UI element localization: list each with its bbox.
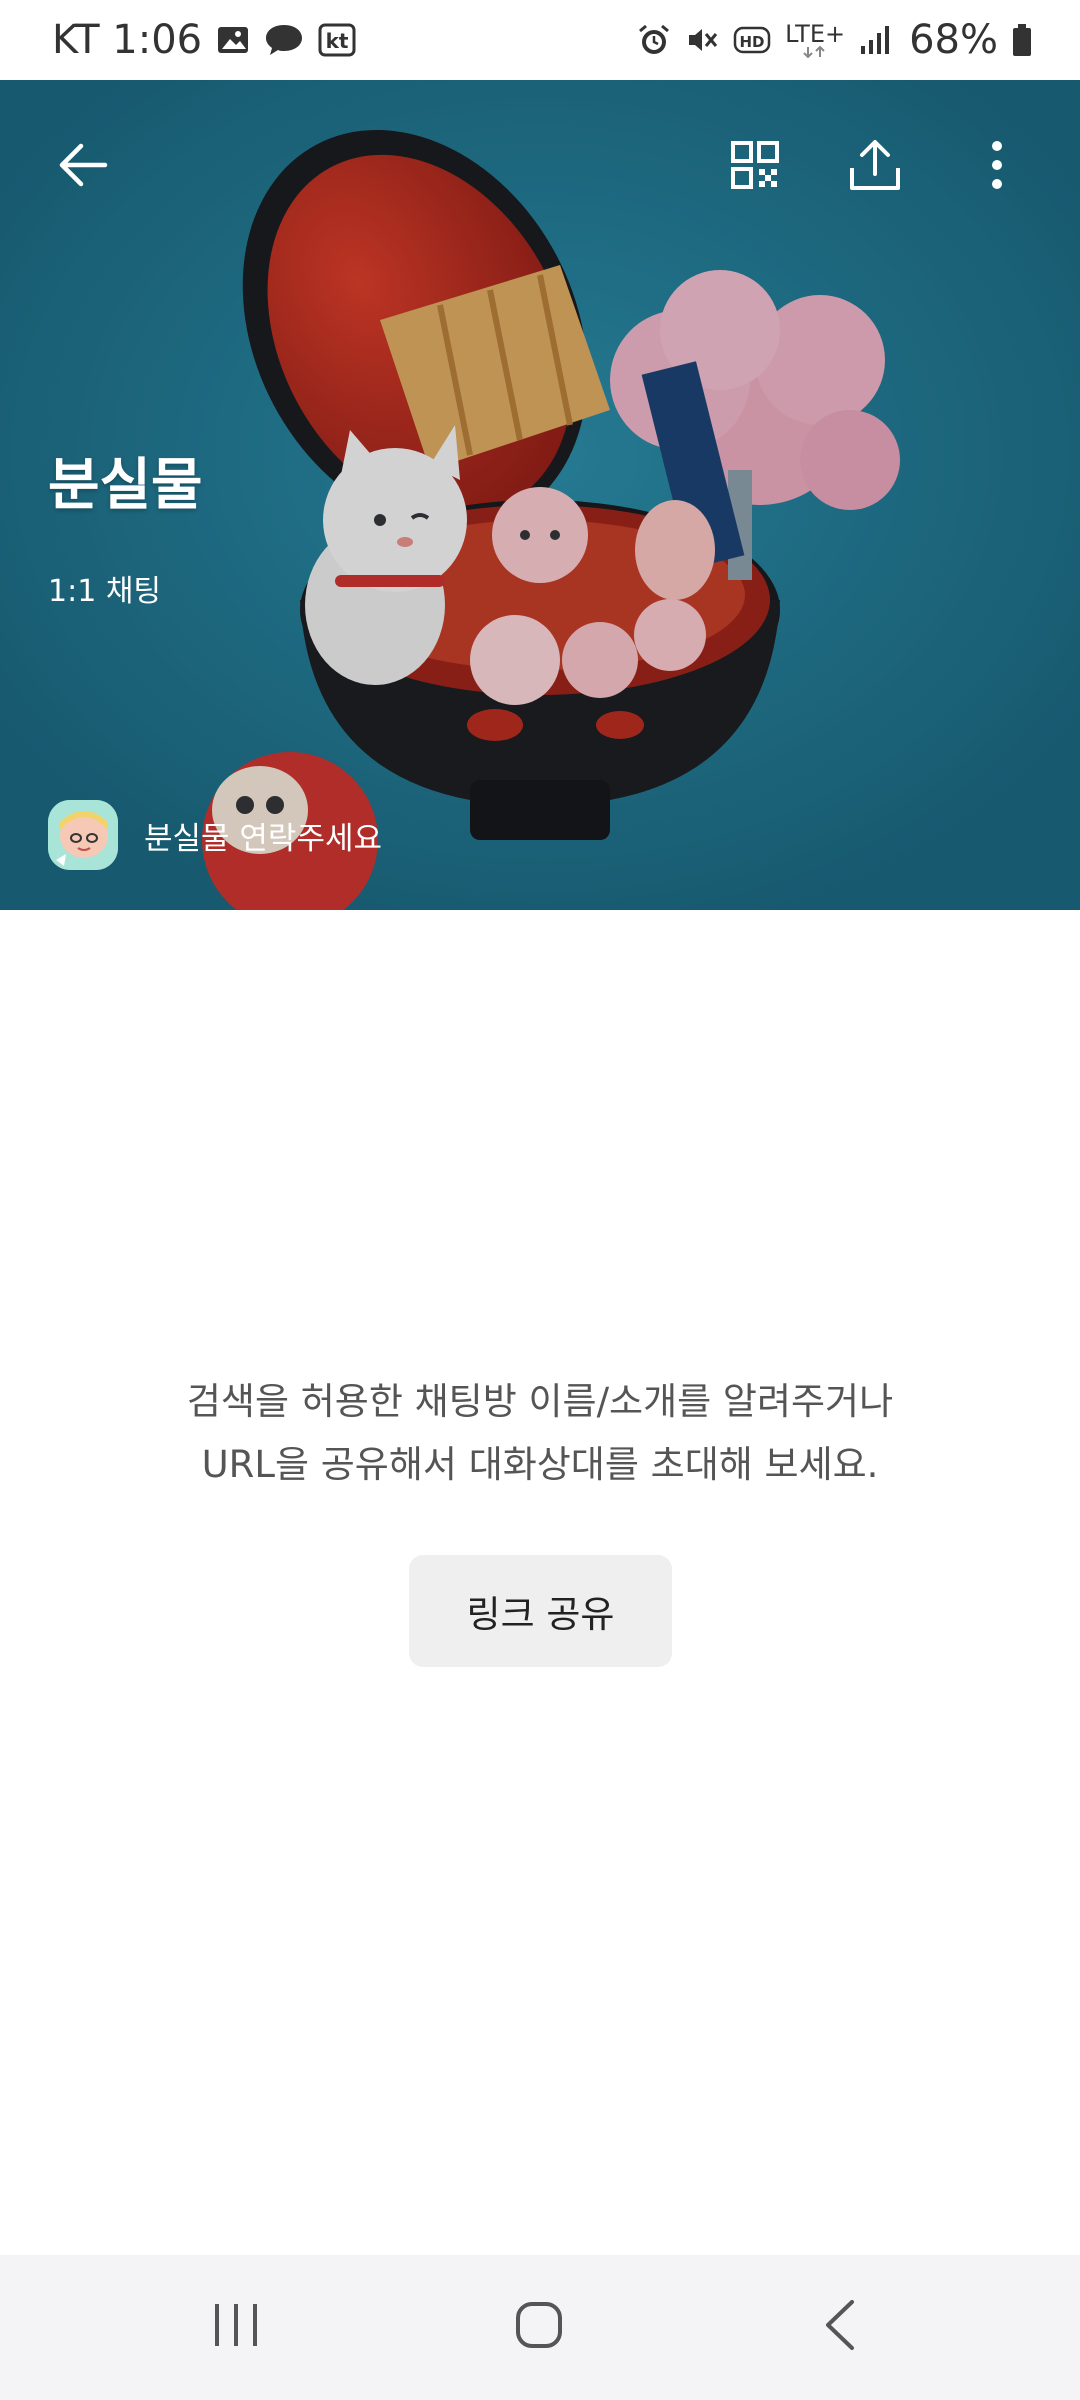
gallery-notification-icon bbox=[216, 23, 250, 57]
invite-description: 검색을 허용한 채팅방 이름/소개를 알려주거나 URL을 공유해서 대화상대를… bbox=[90, 1370, 990, 1496]
owner-name: 분실물 연락주세요 bbox=[144, 820, 383, 857]
signal-icon bbox=[859, 24, 891, 56]
home-icon bbox=[516, 2302, 562, 2348]
network-type: LTE+ bbox=[785, 20, 846, 48]
system-back-button[interactable] bbox=[780, 2280, 900, 2370]
chat-room-title: 분실물 bbox=[48, 453, 203, 518]
chat-room-header: 분실물 1:1 채팅 분실물 연락주세요 bbox=[0, 80, 1080, 910]
qr-code-icon bbox=[731, 141, 779, 189]
more-vertical-icon bbox=[992, 141, 1002, 189]
svg-text:kt: kt bbox=[326, 29, 349, 53]
qr-code-button[interactable] bbox=[710, 120, 800, 210]
share-upload-icon bbox=[850, 140, 900, 190]
status-left: KT 1:06 kt bbox=[52, 17, 356, 63]
status-bar: KT 1:06 kt HD LTE+ 68% bbox=[0, 0, 1080, 80]
room-owner[interactable]: 분실물 연락주세요 bbox=[48, 800, 382, 870]
invite-line-2: URL을 공유해서 대화상대를 초대해 보세요. bbox=[201, 1443, 879, 1486]
recent-apps-button[interactable] bbox=[176, 2280, 296, 2370]
share-link-button[interactable]: 링크 공유 bbox=[409, 1555, 672, 1667]
mute-icon bbox=[685, 23, 719, 57]
app-root: KT 1:06 kt HD LTE+ 68% 분실물 1:1 채팅 분실물 연락… bbox=[0, 0, 1080, 2400]
back-button[interactable] bbox=[38, 120, 128, 210]
more-options-button[interactable] bbox=[952, 120, 1042, 210]
svg-text:HD: HD bbox=[740, 33, 765, 51]
alarm-icon bbox=[637, 23, 671, 57]
recent-apps-icon bbox=[215, 2304, 257, 2346]
arrow-left-icon bbox=[59, 143, 108, 187]
system-nav-bar bbox=[0, 2255, 1080, 2400]
chat-room-type: 1:1 채팅 bbox=[48, 574, 162, 609]
status-right: HD LTE+ 68% bbox=[637, 17, 1032, 63]
battery-percent: 68% bbox=[909, 17, 998, 63]
invite-line-1: 검색을 허용한 채팅방 이름/소개를 알려주거나 bbox=[186, 1380, 894, 1423]
chevron-left-icon bbox=[826, 2300, 854, 2350]
home-button[interactable] bbox=[479, 2280, 599, 2370]
carrier-time: KT 1:06 bbox=[52, 17, 203, 63]
lte-icon: LTE+ bbox=[785, 22, 845, 58]
share-button[interactable] bbox=[830, 120, 920, 210]
kt-notification-icon: kt bbox=[318, 22, 356, 58]
battery-icon bbox=[1012, 23, 1032, 57]
hd-voice-icon: HD bbox=[733, 25, 771, 55]
avatar[interactable] bbox=[48, 800, 118, 870]
chat-notification-icon bbox=[264, 22, 304, 58]
